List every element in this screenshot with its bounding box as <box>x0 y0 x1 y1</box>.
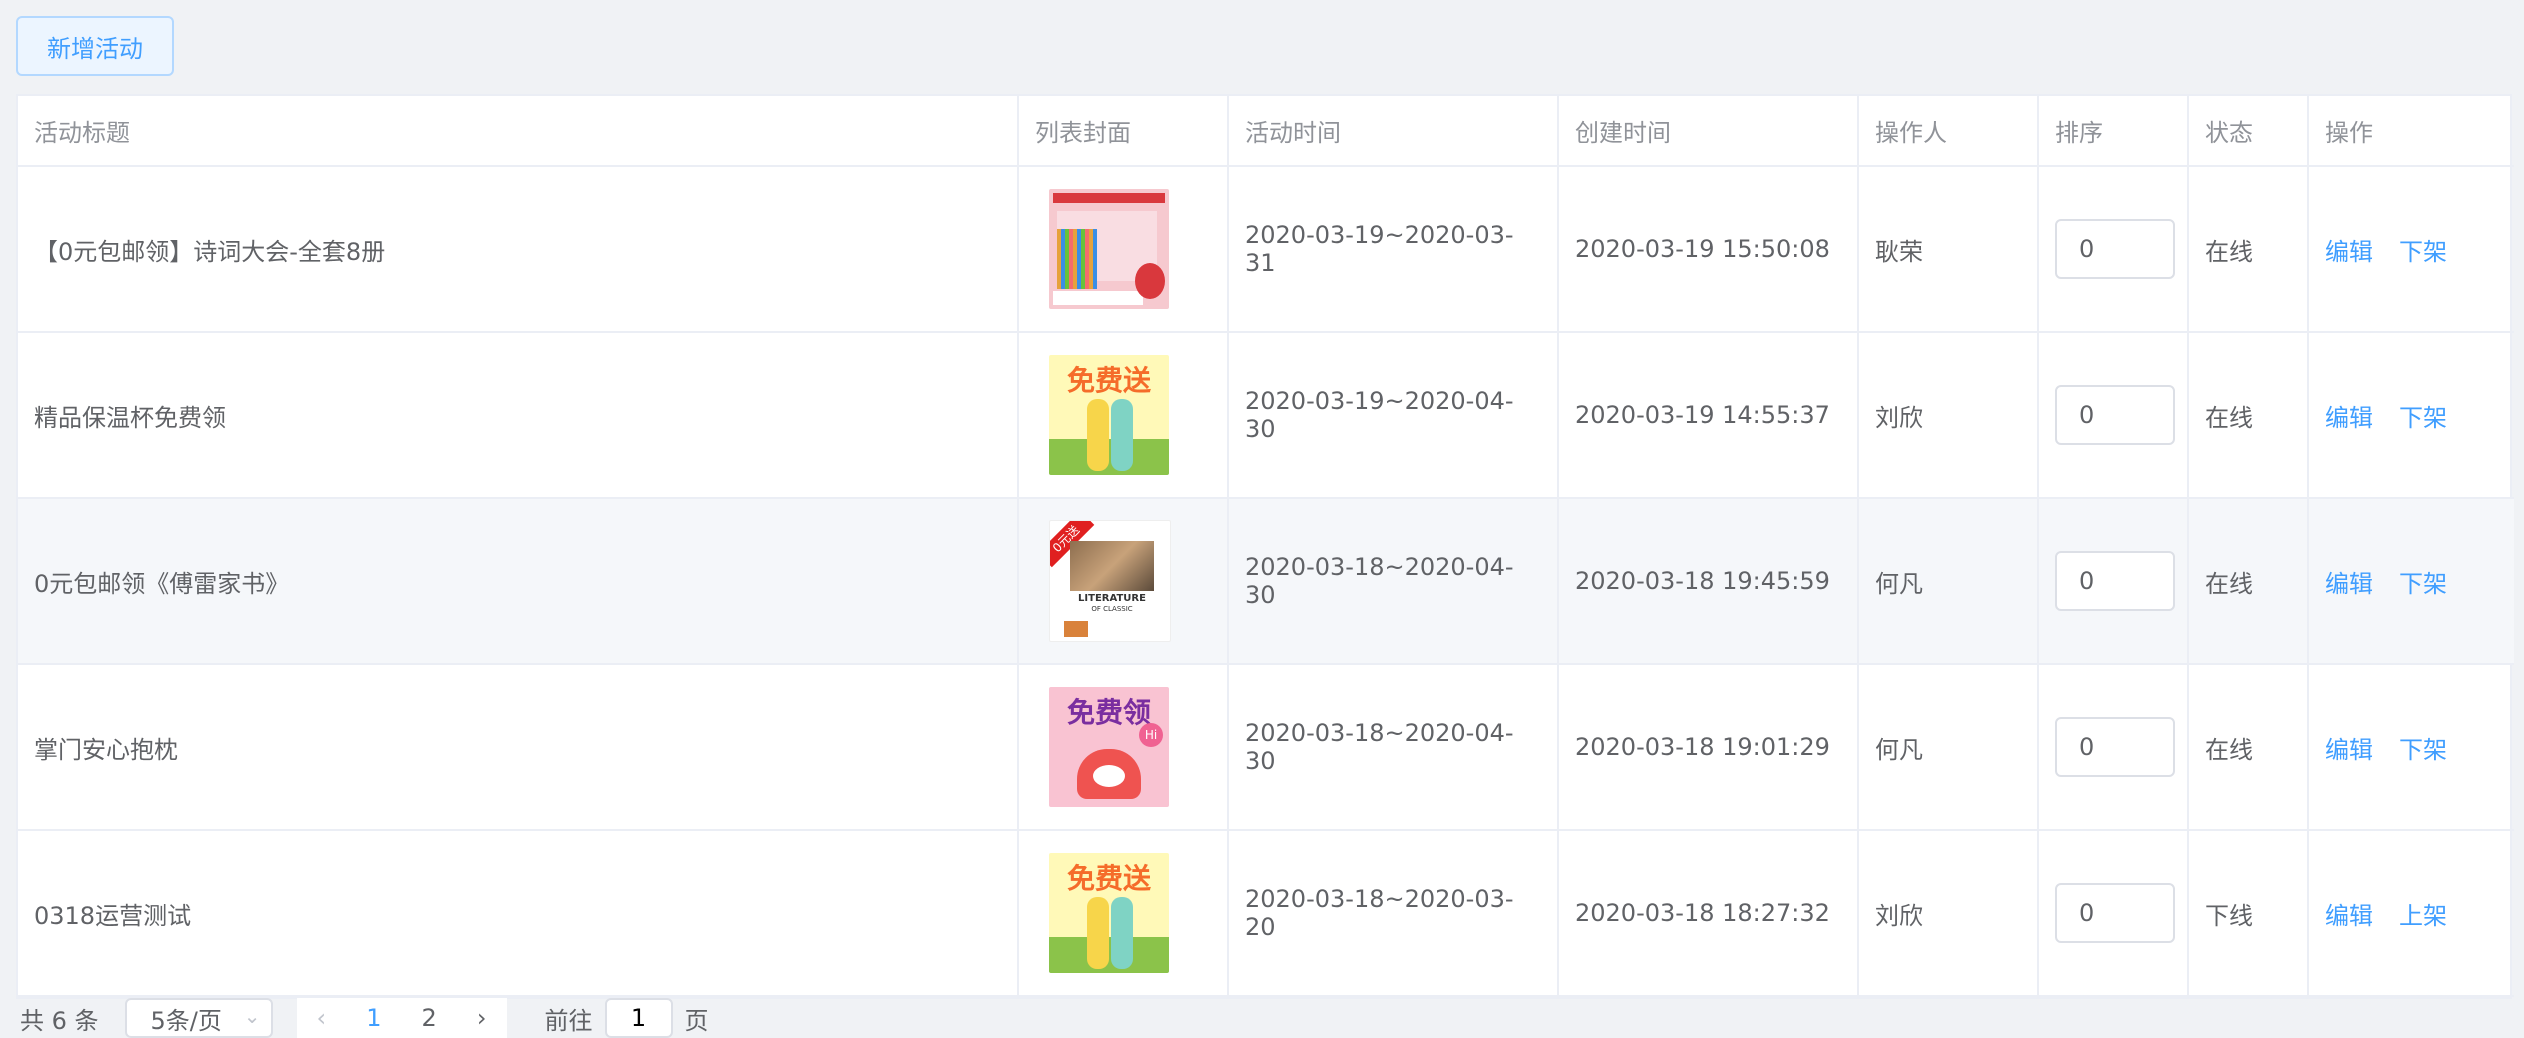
edit-link[interactable]: 编辑 <box>2325 404 2373 432</box>
operator-name: 刘欣 <box>1858 830 2039 997</box>
poetry-books-cover-image <box>1049 189 1169 309</box>
activity-table: 活动标题 列表封面 活动时间 创建时间 操作人 排序 状态 操作 【0元包邮领】… <box>16 94 2514 999</box>
created-time: 2020-03-18 19:45:59 <box>1558 498 1859 665</box>
pillow-cover-image: 免费领 Hi <box>1049 687 1169 807</box>
table-row: 掌门安心抱枕 免费领 Hi 2020-03-18~2020-04-30 2020… <box>18 664 2514 831</box>
col-header-created: 创建时间 <box>1558 96 1859 167</box>
activity-period: 2020-03-19~2020-03-31 <box>1228 166 1559 333</box>
cover-cell: 免费送 <box>1018 830 1229 997</box>
sort-cell <box>2038 830 2189 997</box>
next-page-icon[interactable]: › <box>477 1004 487 1032</box>
goto-prefix: 前往 <box>544 1006 593 1035</box>
activity-period: 2020-03-18~2020-03-20 <box>1228 830 1559 997</box>
add-activity-button[interactable]: 新增活动 <box>16 16 174 76</box>
operator-name: 耿荣 <box>1858 166 2039 333</box>
cover-subtitle-text: OF CLASSIC <box>1091 605 1133 613</box>
thermos-cover-image: 免费送 <box>1049 355 1169 475</box>
sort-input[interactable] <box>2055 717 2175 777</box>
edit-link[interactable]: 编辑 <box>2325 736 2373 764</box>
table-row: 【0元包邮领】诗词大会-全套8册 2020-03-19~2020-03-31 2… <box>18 166 2514 333</box>
toggle-shelf-link[interactable]: 下架 <box>2399 404 2447 432</box>
status-text: 在线 <box>2188 166 2309 333</box>
edit-link[interactable]: 编辑 <box>2325 902 2373 930</box>
cover-hi-badge: Hi <box>1139 723 1163 747</box>
table-row: 精品保温杯免费领 免费送 2020-03-19~2020-04-30 2020-… <box>18 332 2514 499</box>
activity-title: 0元包邮领《傅雷家书》 <box>18 498 1019 665</box>
status-text: 在线 <box>2188 332 2309 499</box>
col-header-title: 活动标题 <box>18 96 1019 167</box>
table-row: 0318运营测试 免费送 2020-03-18~2020-03-20 2020-… <box>18 830 2514 997</box>
thermos-cover-image: 免费送 <box>1049 853 1169 973</box>
actions-cell: 编辑 下架 <box>2308 166 2514 333</box>
page-size-select[interactable]: 5条/页 ⌄ <box>124 998 273 1038</box>
col-header-period: 活动时间 <box>1228 96 1559 167</box>
sort-cell <box>2038 332 2189 499</box>
cover-cell: 0元送 LITERATURE OF CLASSIC <box>1018 498 1229 665</box>
col-header-actions: 操作 <box>2308 96 2514 167</box>
pagination: 共 6 条 5条/页 ⌄ ‹ 1 2 › 前往 页 <box>20 998 709 1038</box>
cover-caption: 免费送 <box>1066 862 1151 895</box>
created-time: 2020-03-18 18:27:32 <box>1558 830 1859 997</box>
table-row: 0元包邮领《傅雷家书》 0元送 LITERATURE OF CLASSIC 20… <box>18 498 2514 665</box>
cover-cell: 免费领 Hi <box>1018 664 1229 831</box>
activity-title: 精品保温杯免费领 <box>18 332 1019 499</box>
total-count: 共 6 条 <box>20 1006 99 1035</box>
col-header-operator: 操作人 <box>1858 96 2039 167</box>
page-nav: ‹ 1 2 › <box>296 998 507 1038</box>
page-jump-input[interactable] <box>604 998 673 1038</box>
activity-title: 0318运营测试 <box>18 830 1019 997</box>
status-text: 在线 <box>2188 664 2309 831</box>
actions-cell: 编辑 下架 <box>2308 498 2514 665</box>
cover-cell: 免费送 <box>1018 332 1229 499</box>
toggle-shelf-link[interactable]: 下架 <box>2399 238 2447 266</box>
sort-cell <box>2038 664 2189 831</box>
sort-cell <box>2038 498 2189 665</box>
status-text: 在线 <box>2188 498 2309 665</box>
activity-title: 掌门安心抱枕 <box>18 664 1019 831</box>
sort-input[interactable] <box>2055 219 2175 279</box>
operator-name: 何凡 <box>1858 498 2039 665</box>
page-number[interactable]: 2 <box>422 1004 437 1032</box>
toggle-shelf-link[interactable]: 上架 <box>2399 902 2447 930</box>
page-number[interactable]: 1 <box>366 1004 381 1032</box>
page-jump: 前往 页 <box>545 998 709 1038</box>
actions-cell: 编辑 下架 <box>2308 664 2514 831</box>
fu-lei-book-cover-image: 0元送 LITERATURE OF CLASSIC <box>1049 520 1171 642</box>
created-time: 2020-03-19 15:50:08 <box>1558 166 1859 333</box>
operator-name: 何凡 <box>1858 664 2039 831</box>
cover-cell <box>1018 166 1229 333</box>
operator-name: 刘欣 <box>1858 332 2039 499</box>
created-time: 2020-03-19 14:55:37 <box>1558 332 1859 499</box>
activity-period: 2020-03-19~2020-04-30 <box>1228 332 1559 499</box>
sort-input[interactable] <box>2055 883 2175 943</box>
sort-input[interactable] <box>2055 551 2175 611</box>
page-size-value: 5条/页 <box>150 1006 222 1035</box>
activity-period: 2020-03-18~2020-04-30 <box>1228 498 1559 665</box>
goto-suffix: 页 <box>684 1006 709 1035</box>
cover-title-text: LITERATURE <box>1078 593 1146 604</box>
edit-link[interactable]: 编辑 <box>2325 570 2373 598</box>
table-header-row: 活动标题 列表封面 活动时间 创建时间 操作人 排序 状态 操作 <box>18 96 2514 167</box>
toggle-shelf-link[interactable]: 下架 <box>2399 570 2447 598</box>
col-header-status: 状态 <box>2188 96 2309 167</box>
col-header-sort: 排序 <box>2038 96 2189 167</box>
actions-cell: 编辑 下架 <box>2308 332 2514 499</box>
prev-page-icon[interactable]: ‹ <box>317 1004 327 1032</box>
actions-cell: 编辑 上架 <box>2308 830 2514 997</box>
activity-period: 2020-03-18~2020-04-30 <box>1228 664 1559 831</box>
edit-link[interactable]: 编辑 <box>2325 238 2373 266</box>
toggle-shelf-link[interactable]: 下架 <box>2399 736 2447 764</box>
sort-cell <box>2038 166 2189 333</box>
sort-input[interactable] <box>2055 385 2175 445</box>
chevron-down-icon: ⌄ <box>243 1004 261 1028</box>
created-time: 2020-03-18 19:01:29 <box>1558 664 1859 831</box>
activity-title: 【0元包邮领】诗词大会-全套8册 <box>18 166 1019 333</box>
status-text: 下线 <box>2188 830 2309 997</box>
cover-caption: 免费送 <box>1066 364 1151 397</box>
col-header-cover: 列表封面 <box>1018 96 1229 167</box>
